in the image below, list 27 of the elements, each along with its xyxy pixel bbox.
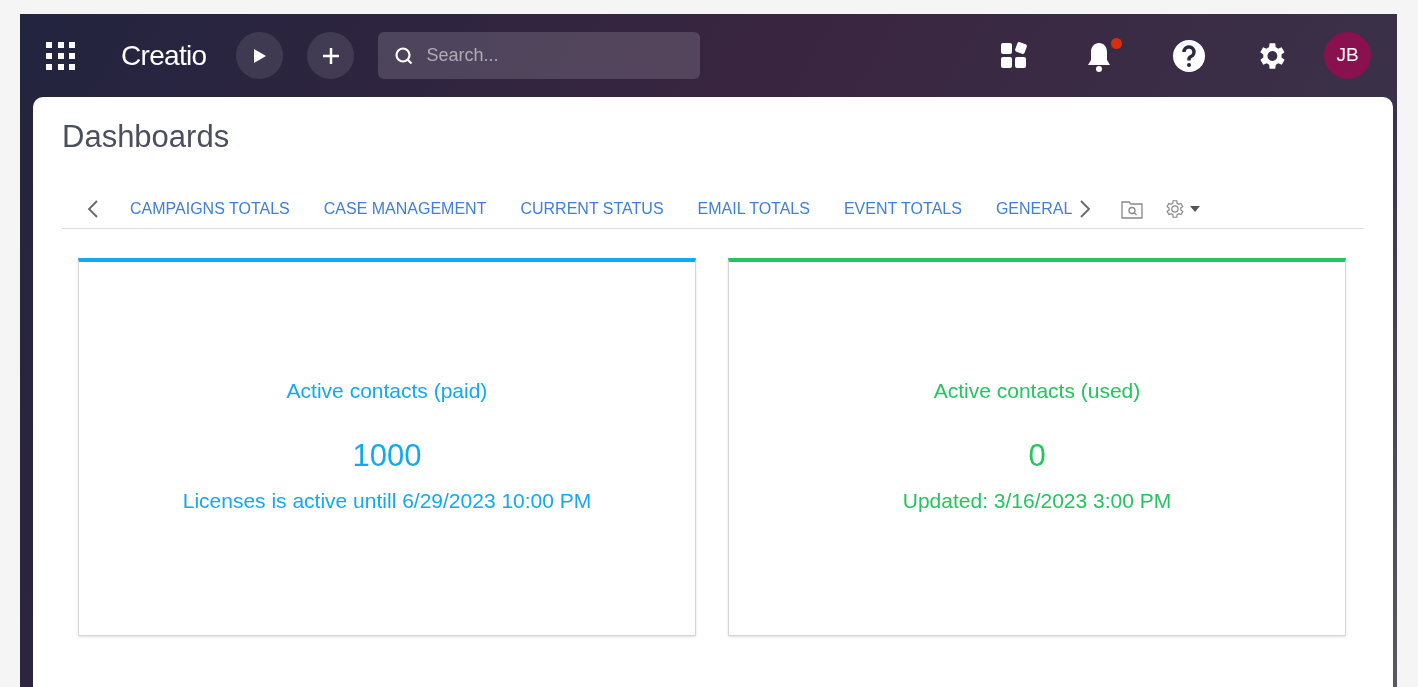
scroll-left-icon[interactable] xyxy=(87,198,99,219)
dashboard-tab[interactable]: EVENT TOTALS xyxy=(835,188,970,229)
settings-dropdown-icon[interactable] xyxy=(1163,197,1201,220)
card-value: 1000 xyxy=(352,438,422,474)
app-grid-icon[interactable] xyxy=(46,41,76,70)
play-icon xyxy=(252,47,267,64)
add-button[interactable] xyxy=(307,32,355,79)
plus-icon xyxy=(321,46,340,65)
search-icon xyxy=(394,46,415,66)
run-button[interactable] xyxy=(236,32,284,79)
user-avatar[interactable]: JB xyxy=(1324,32,1371,79)
card-note: Licenses is active untill 6/29/2023 10:00 PM xyxy=(182,488,592,514)
card-title: Active contacts (used) xyxy=(933,378,1141,404)
dashboard-tab[interactable]: EMAIL TOTALS xyxy=(689,188,818,229)
dashboard-tab[interactable]: CAMPAIGNS TOTALS xyxy=(122,188,298,229)
card-title: Active contacts (paid) xyxy=(286,378,488,404)
dashboard-tab[interactable]: CASE MANAGEMENT xyxy=(315,188,495,229)
folder-search-icon[interactable] xyxy=(1121,198,1144,219)
page-title: Dashboards xyxy=(62,118,231,156)
scroll-right-icon[interactable] xyxy=(1079,198,1092,219)
logo[interactable]: Creatio xyxy=(121,34,207,77)
apps-icon[interactable] xyxy=(999,40,1029,71)
help-icon[interactable] xyxy=(1172,38,1206,73)
card-value: 0 xyxy=(1028,438,1046,474)
card-note: Updated: 3/16/2023 3:00 PM xyxy=(902,488,1172,514)
dashboard-tab[interactable]: GENERAL xyxy=(987,188,1081,229)
dashboard-tab[interactable]: CURRENT STATUS xyxy=(512,188,672,229)
